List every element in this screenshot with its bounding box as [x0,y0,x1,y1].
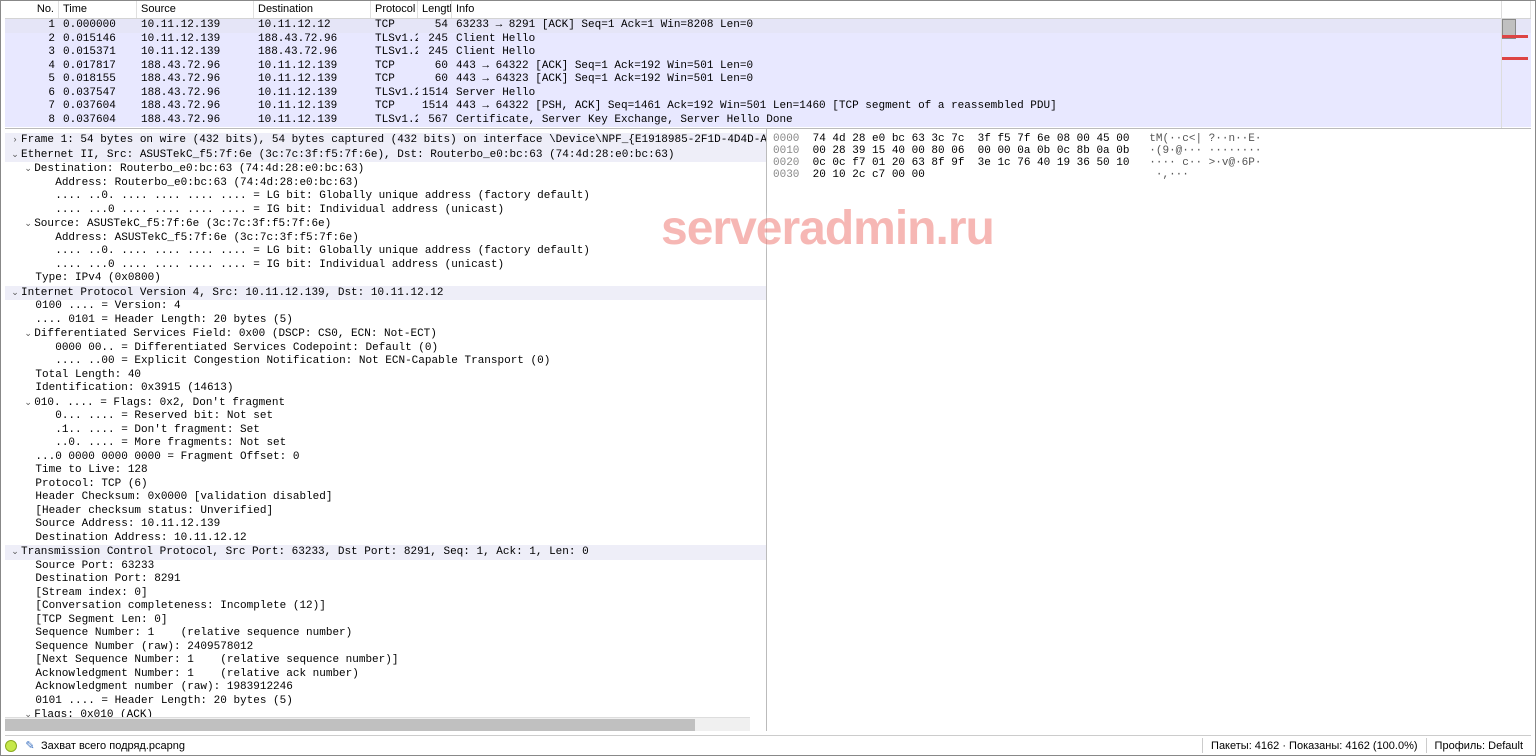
tree-item[interactable]: .... 0101 = Header Length: 20 bytes (5) [5,314,766,328]
tree-item[interactable]: Type: IPv4 (0x0800) [5,272,766,286]
hex-line[interactable]: 0010 00 28 39 15 40 00 80 06 00 00 0a 0b… [773,145,1525,157]
chevron-down-icon[interactable]: ⌄ [9,148,21,162]
packet-row[interactable]: 10.00000010.11.12.13910.11.12.12TCP54632… [5,19,1531,33]
chevron-down-icon[interactable]: ⌄ [9,545,21,559]
tree-item[interactable]: 0101 .... = Header Length: 20 bytes (5) [5,695,766,709]
tree-item[interactable]: .1.. .... = Don't fragment: Set [5,424,766,438]
packet-detail-pane[interactable]: ›Frame 1: 54 bytes on wire (432 bits), 5… [5,129,767,731]
packet-list-scrollbar[interactable] [1501,1,1527,129]
tree-item[interactable]: Identification: 0x3915 (14613) [5,382,766,396]
tree-item[interactable]: [TCP Segment Len: 0] [5,614,766,628]
col-proto[interactable]: Protocol [371,1,418,18]
packet-bytes-pane[interactable]: 0000 74 4d 28 e0 bc 63 3c 7c 3f f5 7f 6e… [767,129,1531,731]
packet-list-header: No. Time Source Destination Protocol Len… [5,1,1531,19]
tree-item[interactable]: Time to Live: 128 [5,464,766,478]
tree-item[interactable]: Acknowledgment number (raw): 1983912246 [5,681,766,695]
status-file: Захват всего подряд.pcapng [41,740,185,752]
tree-item[interactable]: .... ..0. .... .... .... .... = LG bit: … [5,245,766,259]
tree-item[interactable]: [Stream index: 0] [5,587,766,601]
tree-item[interactable]: [Next Sequence Number: 1 (relative seque… [5,654,766,668]
scrollbar-mark [1502,35,1528,38]
scrollbar-thumb[interactable] [5,719,695,731]
col-time[interactable]: Time [59,1,137,18]
chevron-down-icon[interactable]: ⌄ [22,327,34,341]
col-src[interactable]: Source [137,1,254,18]
packet-row[interactable]: 20.01514610.11.12.139188.43.72.96TLSv1.2… [5,33,1531,47]
col-no[interactable]: No. [5,1,59,18]
tree-item[interactable]: ..0. .... = More fragments: Not set [5,437,766,451]
tree-item[interactable]: ⌄010. .... = Flags: 0x2, Don't fragment [5,396,766,411]
status-packets: Пакеты: 4162 · Показаны: 4162 (100.0%) [1202,738,1426,753]
tree-item[interactable]: Destination Port: 8291 [5,573,766,587]
status-bar: ✎ Захват всего подряд.pcapng Пакеты: 416… [5,735,1531,753]
tree-item[interactable]: .... ..0. .... .... .... .... = LG bit: … [5,190,766,204]
chevron-right-icon[interactable]: › [9,133,21,147]
tree-item[interactable]: Sequence Number (raw): 2409578012 [5,641,766,655]
col-len[interactable]: Length [418,1,452,18]
tree-item[interactable]: Sequence Number: 1 (relative sequence nu… [5,627,766,641]
tree-item[interactable]: 0000 00.. = Differentiated Services Code… [5,342,766,356]
tree-item[interactable]: 0... .... = Reserved bit: Not set [5,410,766,424]
tree-item[interactable]: [Header checksum status: Unverified] [5,505,766,519]
tree-item[interactable]: Destination Address: 10.11.12.12 [5,532,766,546]
tree-item[interactable]: Total Length: 40 [5,369,766,383]
tree-tcp[interactable]: ⌄Transmission Control Protocol, Src Port… [5,545,766,560]
tree-item[interactable]: Header Checksum: 0x0000 [validation disa… [5,491,766,505]
packet-list-pane[interactable]: No. Time Source Destination Protocol Len… [5,1,1531,129]
tree-item[interactable]: ⌄Differentiated Services Field: 0x00 (DS… [5,327,766,342]
packet-list-body[interactable]: 10.00000010.11.12.13910.11.12.12TCP54632… [5,19,1531,127]
tree-item[interactable]: Source Address: 10.11.12.139 [5,518,766,532]
tree-ip[interactable]: ⌄Internet Protocol Version 4, Src: 10.11… [5,286,766,301]
tree-item[interactable]: .... ..00 = Explicit Congestion Notifica… [5,355,766,369]
tree-item[interactable]: Address: Routerbo_e0:bc:63 (74:4d:28:e0:… [5,177,766,191]
detail-h-scrollbar[interactable] [5,717,750,731]
packet-row[interactable]: 40.017817188.43.72.9610.11.12.139TCP6044… [5,60,1531,74]
hex-line[interactable]: 0030 20 10 2c c7 00 00 ·,··· [773,169,1525,181]
tree-item[interactable]: [Conversation completeness: Incomplete (… [5,600,766,614]
col-dst[interactable]: Destination [254,1,371,18]
scrollbar-mark [1502,57,1528,60]
chevron-down-icon[interactable]: ⌄ [22,162,34,176]
tree-item[interactable]: 0100 .... = Version: 4 [5,300,766,314]
tree-frame[interactable]: ›Frame 1: 54 bytes on wire (432 bits), 5… [5,133,766,148]
hex-line[interactable]: 0020 0c 0c f7 01 20 63 8f 9f 3e 1c 76 40… [773,157,1525,169]
tree-item[interactable]: ⌄Destination: Routerbo_e0:bc:63 (74:4d:2… [5,162,766,177]
packet-row[interactable]: 80.037604188.43.72.9610.11.12.139TLSv1.2… [5,114,1531,128]
expert-info-icon[interactable]: ✎ [23,739,37,753]
tree-item[interactable]: Address: ASUSTekC_f5:7f:6e (3c:7c:3f:f5:… [5,232,766,246]
chevron-down-icon[interactable]: ⌄ [22,217,34,231]
col-info[interactable]: Info [452,1,1531,18]
tree-ethernet[interactable]: ⌄Ethernet II, Src: ASUSTekC_f5:7f:6e (3c… [5,148,766,163]
packet-row[interactable]: 60.037547188.43.72.9610.11.12.139TLSv1.2… [5,87,1531,101]
chevron-down-icon[interactable]: ⌄ [22,396,34,410]
chevron-down-icon[interactable]: ⌄ [9,286,21,300]
tree-item[interactable]: ...0 0000 0000 0000 = Fragment Offset: 0 [5,451,766,465]
capture-status-icon [5,740,17,752]
packet-row[interactable]: 30.01537110.11.12.139188.43.72.96TLSv1.2… [5,46,1531,60]
tree-item[interactable]: Acknowledgment Number: 1 (relative ack n… [5,668,766,682]
hex-line[interactable]: 0000 74 4d 28 e0 bc 63 3c 7c 3f f5 7f 6e… [773,133,1525,145]
tree-item[interactable]: ⌄Source: ASUSTekC_f5:7f:6e (3c:7c:3f:f5:… [5,217,766,232]
status-profile[interactable]: Профиль: Default [1426,738,1531,753]
tree-item[interactable]: .... ...0 .... .... .... .... = IG bit: … [5,204,766,218]
packet-row[interactable]: 50.018155188.43.72.9610.11.12.139TCP6044… [5,73,1531,87]
tree-item[interactable]: Source Port: 63233 [5,560,766,574]
tree-item[interactable]: Protocol: TCP (6) [5,478,766,492]
tree-item[interactable]: .... ...0 .... .... .... .... = IG bit: … [5,259,766,273]
packet-row[interactable]: 70.037604188.43.72.9610.11.12.139TCP1514… [5,100,1531,114]
